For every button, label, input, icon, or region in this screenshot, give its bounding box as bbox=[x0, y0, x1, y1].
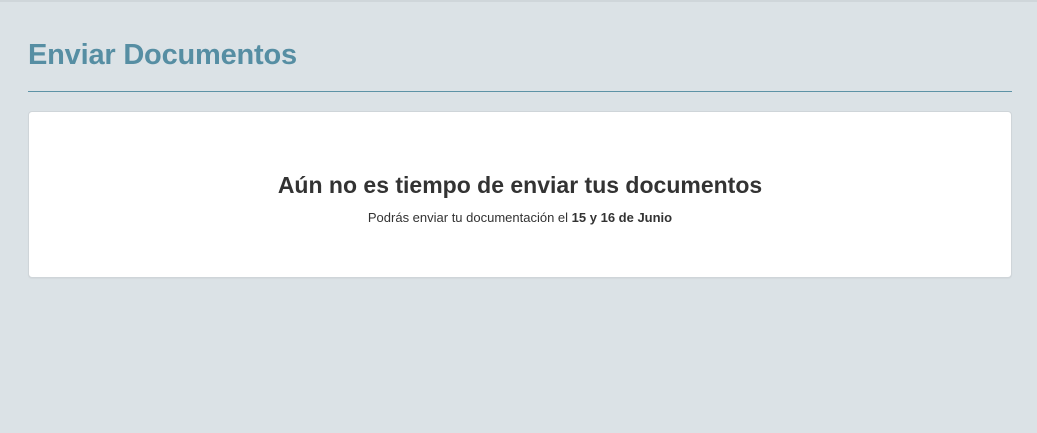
notice-text-prefix: Podrás enviar tu documentación el bbox=[367, 210, 572, 225]
page: Enviar Documentos Aún no es tiempo de en… bbox=[0, 0, 1037, 433]
notice-dates: 15 y 16 de Junio bbox=[571, 210, 673, 225]
notice-heading: Aún no es tiempo de enviar tus documento… bbox=[277, 172, 763, 198]
notice-text: Podrás enviar tu documentación el 15 y 1… bbox=[29, 209, 1011, 227]
header-divider bbox=[28, 91, 1012, 92]
top-border bbox=[0, 0, 1037, 2]
page-header: Enviar Documentos bbox=[28, 37, 1012, 73]
notice-card: Aún no es tiempo de enviar tus documento… bbox=[28, 111, 1012, 278]
page-title: Enviar Documentos bbox=[28, 39, 297, 71]
